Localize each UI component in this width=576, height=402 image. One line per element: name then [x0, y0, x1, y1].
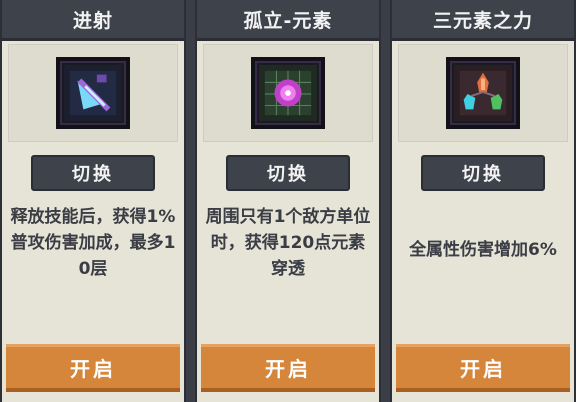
card-title: 进射: [2, 0, 184, 41]
card-title: 孤立-元素: [197, 0, 379, 41]
switch-button[interactable]: 切换: [421, 155, 545, 191]
talent-card-1: 进射 切换 释放技能后，获得1%普攻伤害加成，最多10层 开启: [0, 0, 186, 402]
switch-button[interactable]: 切换: [31, 155, 155, 191]
talent-card-3: 三元素之力 切换 全属性伤害增加6% 开启: [390, 0, 576, 402]
open-button[interactable]: 开启: [6, 344, 180, 392]
open-button[interactable]: 开启: [396, 344, 570, 392]
card-description: 周围只有1个敌方单位时，获得120点元素穿透: [205, 207, 371, 279]
open-button[interactable]: 开启: [201, 344, 375, 392]
card-description: 全属性伤害增加6%: [409, 240, 557, 260]
element-orb-icon: [251, 57, 325, 129]
switch-button[interactable]: 切换: [226, 155, 350, 191]
card-description: 释放技能后，获得1%普攻伤害加成，最多10层: [10, 207, 176, 279]
talent-card-2: 孤立-元素 切换 周围只有1个敌方单位时，获得120点元素穿透 开启: [195, 0, 381, 402]
card-title: 三元素之力: [392, 0, 574, 41]
three-elements-icon: [446, 57, 520, 129]
arrow-shot-icon: [56, 57, 130, 129]
